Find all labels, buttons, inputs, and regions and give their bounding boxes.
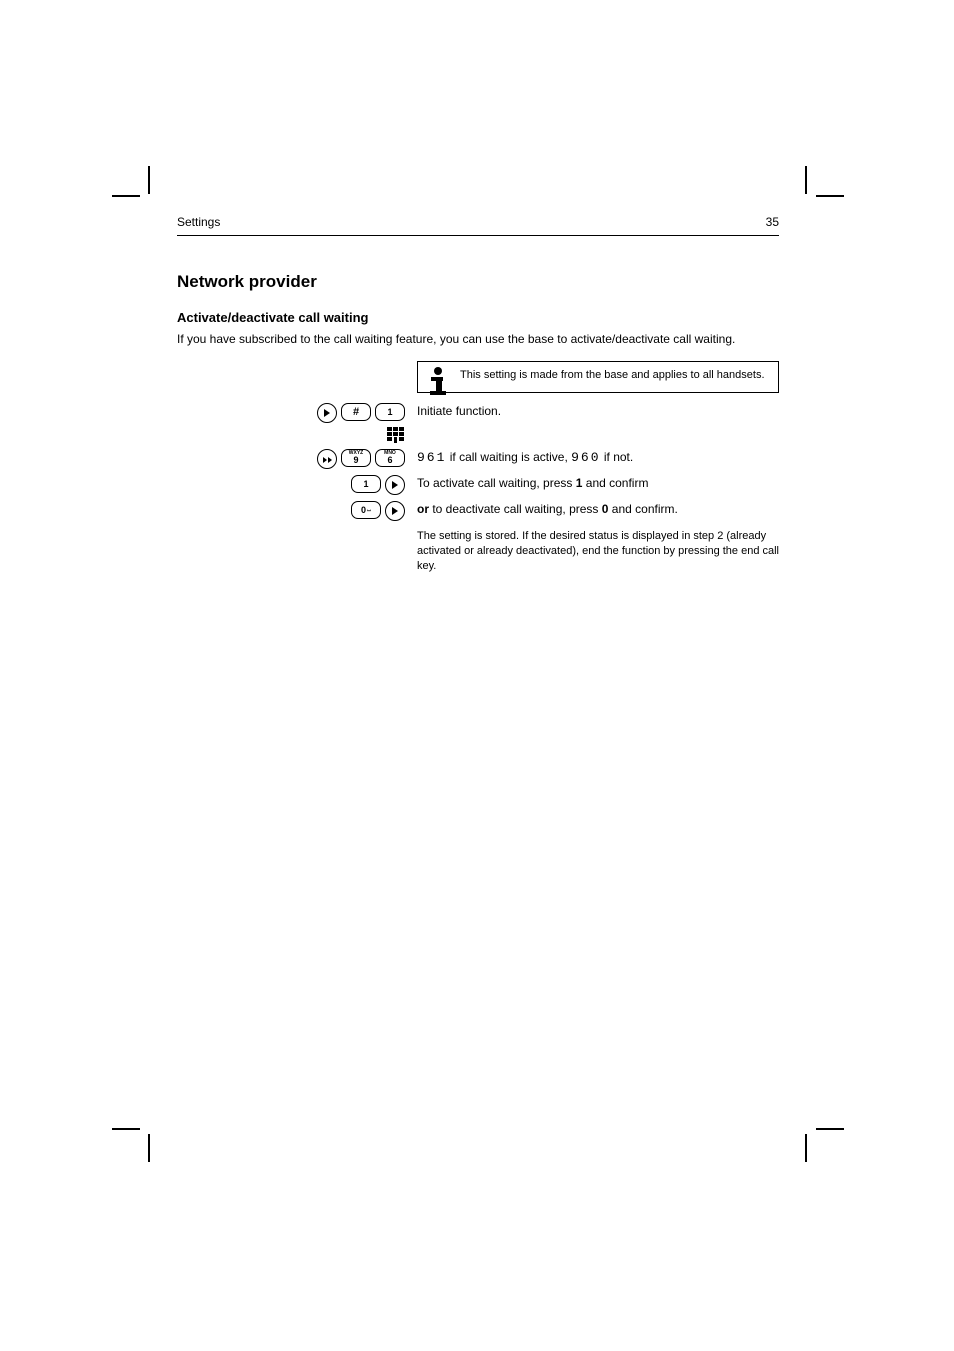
step-keys: 1 <box>177 475 417 495</box>
crop-mark <box>148 1134 150 1162</box>
key-9-icon: WXYZ 9 <box>341 449 371 467</box>
step-keys <box>177 425 417 443</box>
outro-text: The setting is stored. If the desired st… <box>417 529 779 574</box>
enter-key-icon <box>385 475 405 495</box>
crop-mark <box>148 166 150 194</box>
header-left: Settings <box>177 215 220 229</box>
step-row-extra <box>177 425 779 443</box>
or-label: or <box>417 502 429 516</box>
header-page-number: 35 <box>766 215 779 229</box>
subsection-heading: Activate/deactivate call waiting <box>177 310 779 325</box>
step4-text: to deactivate call waiting, press 0 and … <box>429 502 678 516</box>
crop-mark <box>805 166 807 194</box>
step-row: WXYZ 9 MNO 6 961 if call waiting is acti… <box>177 449 779 469</box>
key-1-icon: 1 <box>351 475 381 493</box>
crop-mark <box>816 195 844 197</box>
step-text: 961 if call waiting is active, 960 if no… <box>417 449 779 467</box>
crop-mark <box>816 1128 844 1130</box>
crop-mark <box>112 195 140 197</box>
display-code-on: 961 <box>417 450 446 465</box>
key-6-icon: MNO 6 <box>375 449 405 467</box>
info-note-box: This setting is made from the base and a… <box>417 361 779 393</box>
running-header: Settings 35 <box>177 215 779 233</box>
step-row: 0⌴ or to deactivate call waiting, press … <box>177 501 779 521</box>
display-code-off: 960 <box>571 450 600 465</box>
step3-text: To activate call waiting, press 1 and co… <box>417 476 648 490</box>
step-text-mid: if call waiting is active, <box>446 450 571 464</box>
step-text-end: if not. <box>601 450 634 464</box>
step-row: # 1 Initiate function. <box>177 403 779 423</box>
crop-mark <box>112 1128 140 1130</box>
hash-key-icon: # <box>341 403 371 421</box>
header-rule <box>177 235 779 236</box>
step-row: 1 To activate call waiting, press 1 and … <box>177 475 779 495</box>
step-text: Initiate function. <box>417 403 779 419</box>
step-text: or to deactivate call waiting, press 0 a… <box>417 501 779 517</box>
intro-text: If you have subscribed to the call waiti… <box>177 331 779 347</box>
step-text: To activate call waiting, press 1 and co… <box>417 475 779 491</box>
info-note-text: This setting is made from the base and a… <box>460 369 765 381</box>
enter-key-icon <box>317 403 337 423</box>
section-heading: Network provider <box>177 272 779 292</box>
key-0-icon: 0⌴ <box>351 501 381 519</box>
enter-key-icon <box>385 501 405 521</box>
key-1-icon: 1 <box>375 403 405 421</box>
step-keys: WXYZ 9 MNO 6 <box>177 449 417 469</box>
info-icon <box>424 366 452 402</box>
menu-icon <box>387 427 405 443</box>
crop-mark <box>805 1134 807 1162</box>
step-keys: 0⌴ <box>177 501 417 521</box>
step-keys: # 1 <box>177 403 417 423</box>
page-content: Settings 35 Network provider Activate/de… <box>177 215 779 576</box>
scroll-key-icon <box>317 449 337 469</box>
